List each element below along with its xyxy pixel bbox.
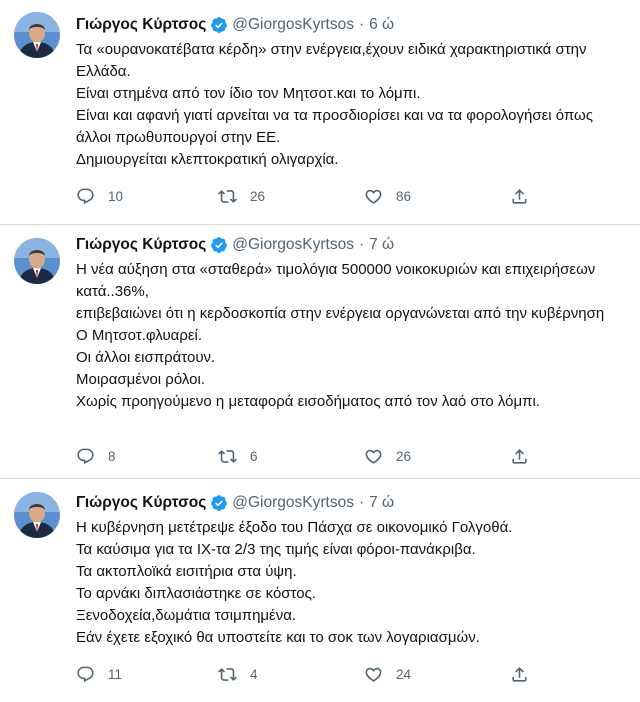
tweet[interactable]: Γιώργος Κύρτσος @GiorgosKyrtsos · 7 ώ Η … — [0, 226, 640, 478]
tweet-text: Η κυβέρνηση μετέτρεψε έξοδο του Πάσχα σε… — [76, 517, 624, 649]
like-icon — [365, 189, 382, 204]
tweet-line: Τα ακτοπλοϊκά εισιτήρια στα ύψη. — [76, 563, 297, 580]
share-icon — [512, 449, 527, 464]
author-name[interactable]: Γιώργος Κύρτσος — [76, 494, 206, 512]
retweet-count: 6 — [250, 449, 258, 464]
separator-dot: · — [358, 236, 365, 253]
retweet-icon — [218, 190, 237, 203]
share-button[interactable] — [510, 187, 529, 206]
timestamp[interactable]: 7 ώ — [369, 494, 394, 512]
tweet-line: Μοιρασμένοι ρόλοι. — [76, 371, 206, 388]
tweet-line: Είναι και αφανή γιατί αρνείται να τα προ… — [76, 107, 593, 146]
tweet[interactable]: Γιώργος Κύρτσος @GiorgosKyrtsos · 7 ώ Η … — [0, 480, 640, 702]
retweet-count: 4 — [250, 667, 258, 682]
reply-icon — [77, 666, 94, 683]
tweet-line: Η νέα αύξηση στα «σταθερά» τιμολόγια 500… — [76, 261, 596, 300]
tweet-line: Τα καύσιμα για τα ΙΧ-τα 2/3 της τιμής εί… — [76, 541, 476, 558]
reply-count: 11 — [108, 667, 123, 682]
tweet-actions: 10 26 86 — [76, 187, 556, 209]
like-icon — [365, 667, 382, 682]
tweet-line: Ο Μητσοτ.φλυαρεί. — [76, 327, 203, 344]
share-icon — [512, 189, 527, 204]
tweet-actions: 8 6 26 — [76, 447, 556, 469]
verified-badge-icon — [210, 16, 228, 34]
share-button[interactable] — [510, 665, 529, 684]
timestamp[interactable]: 7 ώ — [369, 236, 394, 254]
like-count: 26 — [396, 449, 412, 464]
like-button[interactable]: 24 — [364, 665, 411, 684]
tweet-text: Τα «ουρανοκατέβατα κέρδη» στην ενέργεια,… — [76, 39, 624, 171]
retweet-count: 26 — [250, 189, 266, 204]
author-name[interactable]: Γιώργος Κύρτσος — [76, 236, 206, 254]
author-handle[interactable]: @GiorgosKyrtsos — [232, 494, 354, 512]
tweet-line: Είναι στημένα από τον ίδιο τον Μητσοτ.κα… — [76, 85, 421, 102]
reply-button[interactable]: 8 — [76, 447, 116, 466]
tweet-header: Γιώργος Κύρτσος @GiorgosKyrtsos · 7 ώ — [76, 492, 394, 514]
tweet-text: Η νέα αύξηση στα «σταθερά» τιμολόγια 500… — [76, 259, 624, 413]
tweet-line: Οι άλλοι εισπράτουν. — [76, 349, 216, 366]
verified-badge-icon — [210, 236, 228, 254]
tweet-line: Εάν έχετε εξοχικό θα υποστείτε και το σο… — [76, 629, 480, 646]
share-icon — [512, 667, 527, 682]
tweet-line: Τα «ουρανοκατέβατα κέρδη» στην ενέργεια,… — [76, 41, 587, 80]
tweet-line: Η κυβέρνηση μετέτρεψε έξοδο του Πάσχα σε… — [76, 519, 513, 536]
tweet-header: Γιώργος Κύρτσος @GiorgosKyrtsos · 6 ώ — [76, 14, 394, 36]
author-handle[interactable]: @GiorgosKyrtsos — [232, 16, 354, 34]
like-button[interactable]: 86 — [364, 187, 411, 206]
reply-count: 10 — [108, 189, 124, 204]
separator-dot: · — [358, 16, 365, 33]
reply-icon — [77, 448, 94, 465]
tweet-actions: 11 4 24 — [76, 665, 556, 687]
avatar[interactable] — [14, 238, 60, 284]
separator-dot: · — [358, 494, 365, 511]
retweet-button[interactable]: 26 — [218, 187, 265, 206]
tweet-divider — [0, 478, 640, 479]
like-icon — [365, 449, 382, 464]
reply-button[interactable]: 11 — [76, 665, 122, 684]
author-name[interactable]: Γιώργος Κύρτσος — [76, 16, 206, 34]
reply-count: 8 — [108, 449, 116, 464]
tweet-divider — [0, 224, 640, 225]
tweet-line: Χωρίς προηγούμενο η μεταφορά εισοδήματος… — [76, 393, 540, 410]
avatar[interactable] — [14, 492, 60, 538]
author-handle[interactable]: @GiorgosKyrtsos — [232, 236, 354, 254]
like-count: 86 — [396, 189, 412, 204]
like-count: 24 — [396, 667, 412, 682]
retweet-button[interactable]: 4 — [218, 665, 258, 684]
tweet-line: Δημιουργείται κλεπτοκρατική ολιγαρχία. — [76, 151, 339, 168]
tweet[interactable]: Γιώργος Κύρτσος @GiorgosKyrtsos · 6 ώ Τα… — [0, 0, 640, 224]
tweet-header: Γιώργος Κύρτσος @GiorgosKyrtsos · 7 ώ — [76, 234, 394, 256]
tweet-line: Ξενοδοχεία,δωμάτια τσιμπημένα. — [76, 607, 297, 624]
tweet-line: Το αρνάκι διπλασιάστηκε σε κόστος. — [76, 585, 316, 602]
avatar[interactable] — [14, 12, 60, 58]
retweet-button[interactable]: 6 — [218, 447, 258, 466]
reply-icon — [77, 188, 94, 205]
retweet-icon — [218, 668, 237, 681]
share-button[interactable] — [510, 447, 529, 466]
retweet-icon — [218, 450, 237, 463]
timeline: Γιώργος Κύρτσος @GiorgosKyrtsos · 6 ώ Τα… — [0, 0, 640, 702]
tweet-line: επιβεβαιώνει ότι η κερδοσκοπία στην ενέρ… — [76, 305, 605, 322]
verified-badge-icon — [210, 494, 228, 512]
timestamp[interactable]: 6 ώ — [369, 16, 394, 34]
like-button[interactable]: 26 — [364, 447, 411, 466]
reply-button[interactable]: 10 — [76, 187, 123, 206]
